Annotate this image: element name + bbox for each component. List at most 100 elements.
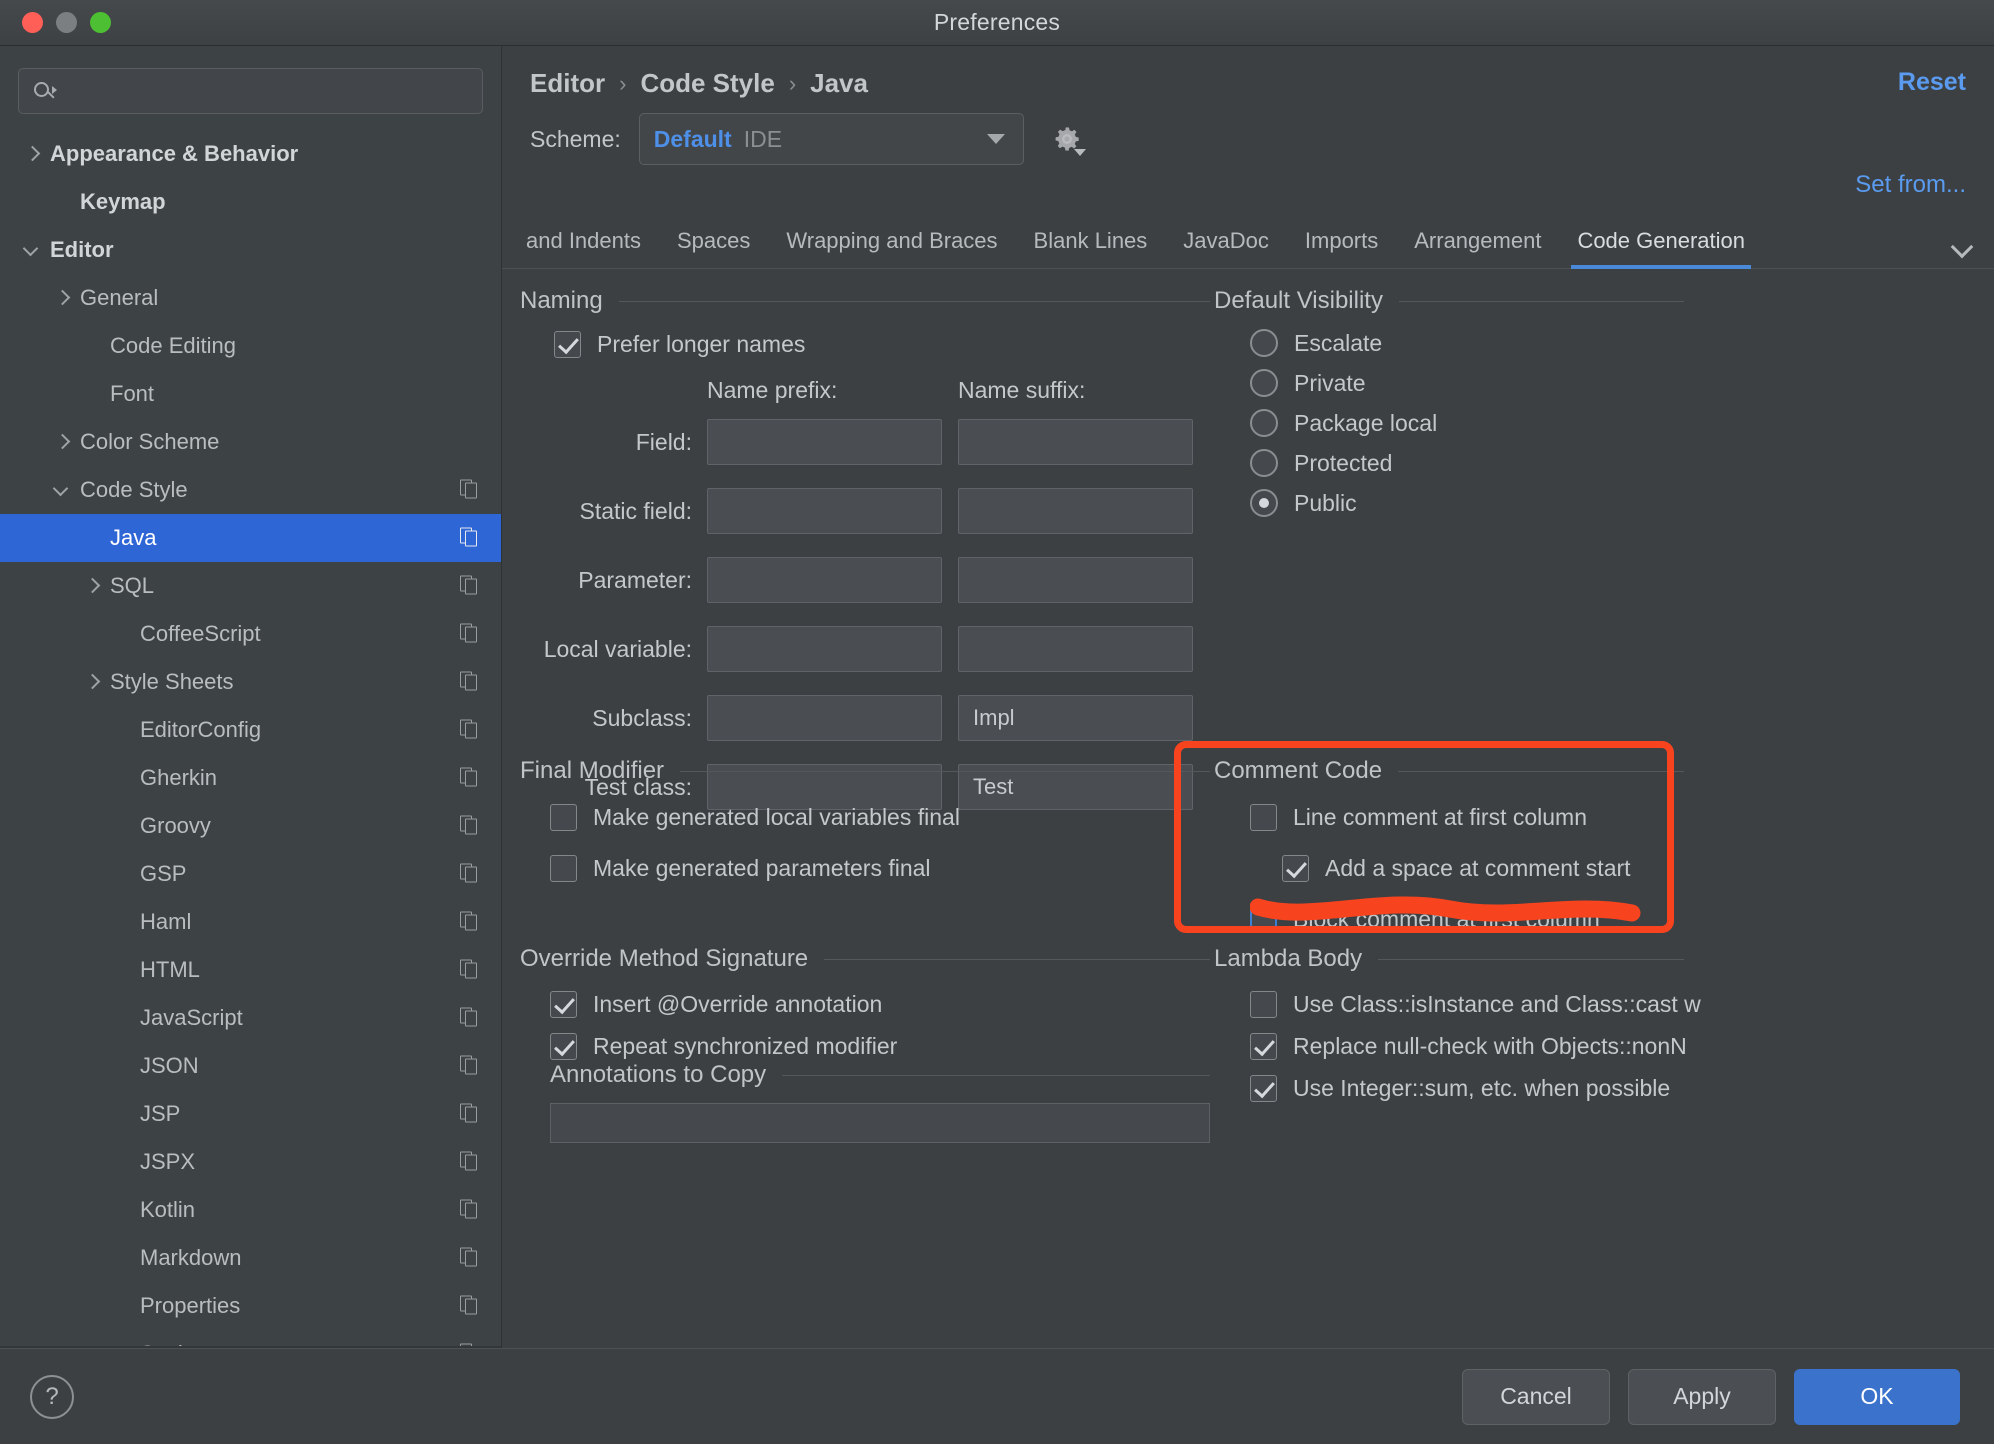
settings-tabs[interactable]: and Indents Spaces Wrapping and Braces Blan… (502, 209, 1994, 269)
tab-and-indents[interactable]: and Indents (526, 228, 659, 268)
name-prefix-input[interactable] (707, 695, 942, 741)
copy-icon[interactable] (460, 863, 479, 885)
checkbox[interactable] (1250, 804, 1277, 831)
scheme-dropdown[interactable]: Default IDE (638, 113, 1024, 165)
radio-button[interactable] (1250, 489, 1278, 517)
sidebar-item-appearance-behavior[interactable]: Appearance & Behavior (0, 130, 501, 178)
name-prefix-input[interactable] (707, 488, 942, 534)
chevron-down-icon[interactable] (22, 240, 42, 260)
ok-button[interactable]: OK (1794, 1368, 1960, 1425)
chevron-right-icon[interactable] (52, 288, 72, 308)
copy-icon[interactable] (460, 1151, 479, 1173)
prefer-longer-names-row[interactable]: Prefer longer names (554, 331, 805, 358)
visibility-option-private[interactable]: Private (1250, 369, 1366, 397)
chevron-down-icon-tabs[interactable] (1950, 238, 1976, 256)
sidebar-item-color-scheme[interactable]: Color Scheme (0, 418, 501, 466)
copy-icon[interactable] (460, 1007, 479, 1029)
search-box[interactable] (18, 68, 483, 114)
sidebar-item-javascript[interactable]: JavaScript (0, 994, 501, 1042)
copy-icon[interactable] (460, 815, 479, 837)
override-option-1[interactable]: Insert @Override annotation (550, 991, 882, 1018)
sidebar-item-json[interactable]: JSON (0, 1042, 501, 1090)
tab-arrangement[interactable]: Arrangement (1396, 228, 1559, 268)
copy-icon[interactable] (460, 575, 479, 597)
visibility-option-public[interactable]: Public (1250, 489, 1357, 517)
chevron-right-icon[interactable] (22, 144, 42, 164)
radio-button[interactable] (1250, 369, 1278, 397)
final-modifier-option-1[interactable]: Make generated local variables final (550, 804, 960, 831)
copy-icon[interactable] (460, 671, 479, 693)
sidebar-item-kotlin[interactable]: Kotlin (0, 1186, 501, 1234)
sidebar-item-general[interactable]: General (0, 274, 501, 322)
radio-button[interactable] (1250, 409, 1278, 437)
tab-imports[interactable]: Imports (1287, 228, 1396, 268)
copy-icon[interactable] (460, 959, 479, 981)
lambda-body-option-1[interactable]: Use Class::isInstance and Class::cast w (1250, 991, 1701, 1018)
visibility-option-protected[interactable]: Protected (1250, 449, 1392, 477)
final-modifier-option-2[interactable]: Make generated parameters final (550, 855, 931, 882)
checkbox[interactable] (1250, 1075, 1277, 1102)
name-suffix-input[interactable] (958, 419, 1193, 465)
sidebar-item-gherkin[interactable]: Gherkin (0, 754, 501, 802)
annotations-to-copy-list[interactable] (550, 1103, 1210, 1143)
tab-javadoc[interactable]: JavaDoc (1165, 228, 1287, 268)
name-prefix-input[interactable] (707, 419, 942, 465)
tab-spaces[interactable]: Spaces (659, 228, 768, 268)
sidebar-item-properties[interactable]: Properties (0, 1282, 501, 1330)
checkbox[interactable] (550, 1033, 577, 1060)
radio-button[interactable] (1250, 449, 1278, 477)
cancel-button[interactable]: Cancel (1462, 1368, 1610, 1425)
checkbox[interactable] (1282, 855, 1309, 882)
gear-icon[interactable] (1050, 122, 1086, 156)
radio-button[interactable] (1250, 329, 1278, 357)
copy-icon[interactable] (460, 527, 479, 549)
checkbox[interactable] (550, 991, 577, 1018)
search-input[interactable] (59, 80, 468, 102)
chevron-right-icon[interactable] (82, 576, 102, 596)
sidebar-item-haml[interactable]: Haml (0, 898, 501, 946)
copy-icon[interactable] (460, 479, 479, 501)
lambda-body-option-2[interactable]: Replace null-check with Objects::nonN (1250, 1033, 1687, 1060)
checkbox[interactable] (1250, 991, 1277, 1018)
copy-icon[interactable] (460, 1055, 479, 1077)
visibility-option-escalate[interactable]: Escalate (1250, 329, 1382, 357)
name-suffix-input[interactable] (958, 626, 1193, 672)
sidebar-item-coffeescript[interactable]: CoffeeScript (0, 610, 501, 658)
lambda-body-option-3[interactable]: Use Integer::sum, etc. when possible (1250, 1075, 1670, 1102)
set-from-link[interactable]: Set from... (1855, 171, 1966, 198)
sidebar-item-code-editing[interactable]: Code Editing (0, 322, 501, 370)
name-suffix-input[interactable]: Impl (958, 695, 1193, 741)
breadcrumb[interactable]: Editor › Code Style › Java (530, 68, 868, 99)
copy-icon[interactable] (460, 623, 479, 645)
name-prefix-input[interactable] (707, 626, 942, 672)
copy-icon[interactable] (460, 911, 479, 933)
name-suffix-input[interactable] (958, 488, 1193, 534)
checkbox[interactable] (550, 855, 577, 882)
copy-icon[interactable] (460, 1103, 479, 1125)
sidebar-item-html[interactable]: HTML (0, 946, 501, 994)
name-suffix-input[interactable] (958, 557, 1193, 603)
copy-icon[interactable] (460, 719, 479, 741)
help-button[interactable]: ? (30, 1374, 74, 1419)
reset-link[interactable]: Reset (1898, 68, 1966, 97)
apply-button[interactable]: Apply (1628, 1368, 1776, 1425)
tab-code-generation[interactable]: Code Generation (1559, 228, 1763, 269)
sidebar-item-groovy[interactable]: Groovy (0, 802, 501, 850)
sidebar-item-font[interactable]: Font (0, 370, 501, 418)
breadcrumb-item-java[interactable]: Java (810, 68, 868, 99)
comment-code-option-1[interactable]: Line comment at first column (1250, 804, 1587, 831)
settings-tree[interactable]: Appearance & Behavior Keymap Editor General… (0, 124, 501, 1348)
chevron-right-icon[interactable] (52, 432, 72, 452)
copy-icon[interactable] (460, 1199, 479, 1221)
copy-icon[interactable] (460, 767, 479, 789)
sidebar-item-sql[interactable]: SQL (0, 562, 501, 610)
copy-icon[interactable] (460, 1295, 479, 1317)
name-prefix-input[interactable] (707, 557, 942, 603)
breadcrumb-item-code-style[interactable]: Code Style (640, 68, 774, 99)
breadcrumb-item-editor[interactable]: Editor (530, 68, 605, 99)
comment-code-option-2[interactable]: Add a space at comment start (1282, 855, 1631, 882)
sidebar-item-gsp[interactable]: GSP (0, 850, 501, 898)
sidebar-item-code-style[interactable]: Code Style (0, 466, 501, 514)
checkbox[interactable] (550, 804, 577, 831)
sidebar-item-jspx[interactable]: JSPX (0, 1138, 501, 1186)
